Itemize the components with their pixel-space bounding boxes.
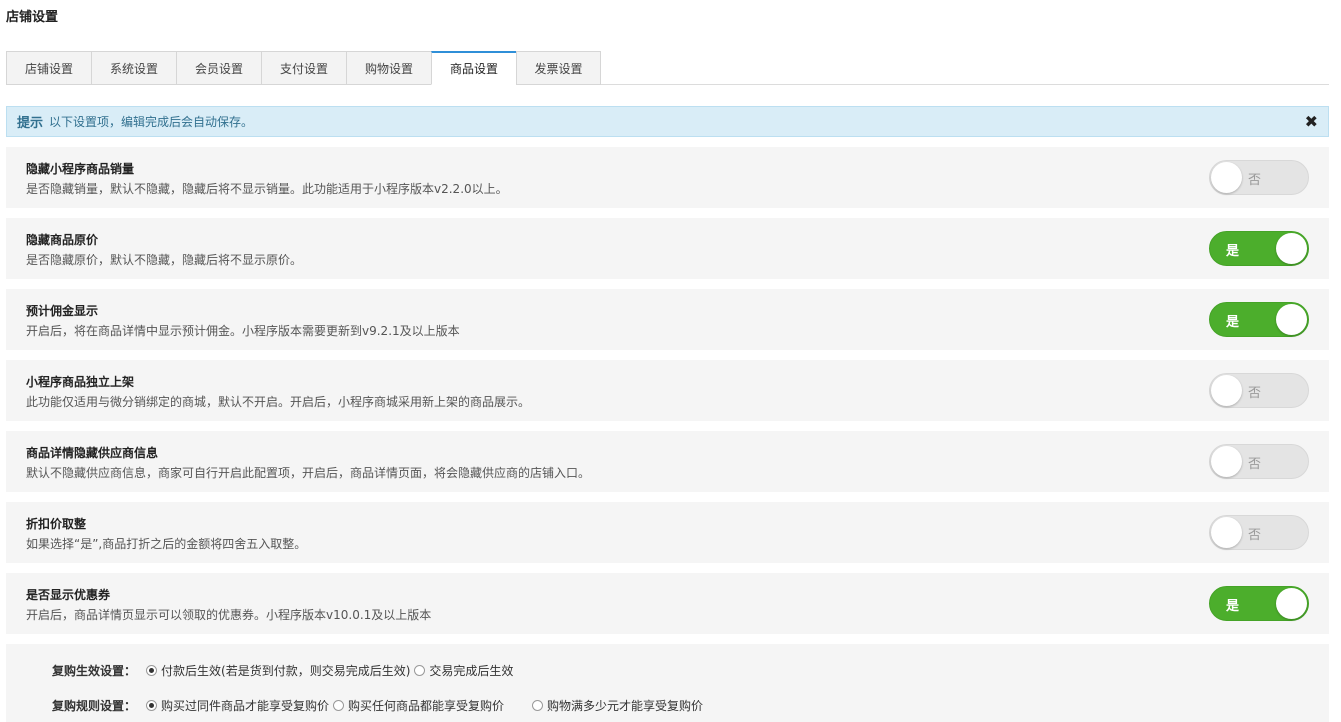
setting-desc: 开启后，将在商品详情中显示预计佣金。小程序版本需要更新到v9.2.1及以上版本 [26, 324, 460, 338]
page-title: 店铺设置 [6, 10, 59, 25]
repurchase-effect-row: 复购生效设置： 付款后生效(若是货到付款，则交易完成后生效) 交易完成后生效 [52, 662, 517, 679]
toggle-knob [1276, 233, 1307, 264]
hide-supplier-toggle[interactable]: 否 [1209, 444, 1309, 479]
tab-member-settings[interactable]: 会员设置 [176, 51, 261, 85]
setting-show-coupons: 是否显示优惠券 开启后，商品详情页显示可以领取的优惠券。小程序版本v10.0.1… [6, 573, 1329, 634]
tab-shopping-settings[interactable]: 购物设置 [346, 51, 431, 85]
toggle-label: 否 [1248, 457, 1262, 472]
setting-title: 隐藏商品原价 [26, 233, 99, 247]
repurchase-settings: 复购生效设置： 付款后生效(若是货到付款，则交易完成后生效) 交易完成后生效 复… [6, 644, 1329, 722]
settings-tabs: 店铺设置 系统设置 会员设置 支付设置 购物设置 商品设置 发票设置 [6, 51, 601, 85]
alert-label: 提示 [17, 116, 44, 131]
toggle-knob [1276, 304, 1307, 335]
radio-label: 购买过同件商品才能享受复购价 [161, 699, 330, 713]
toggle-label: 是 [1226, 315, 1240, 330]
toggle-knob [1211, 375, 1242, 406]
setting-desc: 是否隐藏原价，默认不隐藏，隐藏后将不显示原价。 [26, 253, 303, 267]
radio-unchecked-icon [414, 665, 426, 676]
radio-rule-same-item[interactable]: 购买过同件商品才能享受复购价 [146, 697, 329, 714]
setting-desc: 如果选择“是”,商品打折之后的金额将四舍五入取整。 [26, 537, 307, 551]
info-alert: 提示 以下设置项，编辑完成后会自动保存。 ✖ [6, 106, 1329, 137]
setting-desc: 此功能仅适用与微分销绑定的商城，默认不开启。开启后，小程序商城采用新上架的商品展… [26, 395, 531, 409]
toggle-knob [1211, 162, 1242, 193]
setting-round-discount: 折扣价取整 如果选择“是”,商品打折之后的金额将四舍五入取整。 否 [6, 502, 1329, 563]
radio-label: 付款后生效(若是货到付款，则交易完成后生效) [161, 664, 411, 678]
radio-effect-after-payment[interactable]: 付款后生效(若是货到付款，则交易完成后生效) [146, 662, 410, 679]
toggle-label: 否 [1248, 528, 1262, 543]
alert-text: 以下设置项，编辑完成后会自动保存。 [49, 115, 254, 129]
toggle-label: 是 [1226, 244, 1240, 259]
setting-title: 隐藏小程序商品销量 [26, 162, 135, 176]
tab-store-settings[interactable]: 店铺设置 [6, 51, 91, 85]
toggle-knob [1211, 517, 1242, 548]
toggle-label: 否 [1248, 386, 1262, 401]
setting-hide-supplier: 商品详情隐藏供应商信息 默认不隐藏供应商信息，商家可自行开启此配置项，开启后，商… [6, 431, 1329, 492]
repurchase-rule-row: 复购规则设置： 购买过同件商品才能享受复购价 购买任何商品都能享受复购价 购物满… [52, 697, 707, 714]
independent-listing-toggle[interactable]: 否 [1209, 373, 1309, 408]
hide-sales-toggle[interactable]: 否 [1209, 160, 1309, 195]
setting-title: 商品详情隐藏供应商信息 [26, 446, 159, 460]
radio-checked-icon [146, 700, 158, 711]
setting-desc: 默认不隐藏供应商信息，商家可自行开启此配置项，开启后，商品详情页面，将会隐藏供应… [26, 466, 591, 480]
setting-desc: 开启后，商品详情页显示可以领取的优惠券。小程序版本v10.0.1及以上版本 [26, 608, 432, 622]
setting-desc: 是否隐藏销量，默认不隐藏，隐藏后将不显示销量。此功能适用于小程序版本v2.2.0… [26, 182, 508, 196]
toggle-knob [1211, 446, 1242, 477]
show-coupons-toggle[interactable]: 是 [1209, 586, 1309, 621]
repurchase-rule-label: 复购规则设置： [52, 699, 137, 713]
toggle-knob [1276, 588, 1307, 619]
repurchase-effect-label: 复购生效设置： [52, 664, 137, 678]
radio-unchecked-icon [333, 700, 345, 711]
tab-product-settings[interactable]: 商品设置 [431, 51, 516, 85]
hide-original-price-toggle[interactable]: 是 [1209, 231, 1309, 266]
toggle-label: 否 [1248, 173, 1262, 188]
setting-estimated-commission: 预计佣金显示 开启后，将在商品详情中显示预计佣金。小程序版本需要更新到v9.2.… [6, 289, 1329, 350]
setting-title: 预计佣金显示 [26, 304, 99, 318]
radio-checked-icon [146, 665, 158, 676]
radio-label: 交易完成后生效 [429, 664, 514, 678]
tab-system-settings[interactable]: 系统设置 [91, 51, 176, 85]
radio-rule-min-amount[interactable]: 购物满多少元才能享受复购价 [532, 697, 703, 714]
setting-title: 是否显示优惠券 [26, 588, 111, 602]
tab-invoice-settings[interactable]: 发票设置 [516, 51, 601, 85]
setting-hide-original-price: 隐藏商品原价 是否隐藏原价，默认不隐藏，隐藏后将不显示原价。 是 [6, 218, 1329, 279]
setting-title: 折扣价取整 [26, 517, 87, 531]
setting-hide-sales: 隐藏小程序商品销量 是否隐藏销量，默认不隐藏，隐藏后将不显示销量。此功能适用于小… [6, 147, 1329, 208]
setting-title: 小程序商品独立上架 [26, 375, 135, 389]
radio-rule-any-item[interactable]: 购买任何商品都能享受复购价 [333, 697, 504, 714]
setting-independent-listing: 小程序商品独立上架 此功能仅适用与微分销绑定的商城，默认不开启。开启后，小程序商… [6, 360, 1329, 421]
radio-effect-after-completion[interactable]: 交易完成后生效 [414, 662, 513, 679]
radio-unchecked-icon [532, 700, 544, 711]
toggle-label: 是 [1226, 599, 1240, 614]
close-icon[interactable]: ✖ [1305, 112, 1318, 132]
radio-label: 购买任何商品都能享受复购价 [348, 699, 505, 713]
tab-payment-settings[interactable]: 支付设置 [261, 51, 346, 85]
radio-label: 购物满多少元才能享受复购价 [547, 699, 704, 713]
estimated-commission-toggle[interactable]: 是 [1209, 302, 1309, 337]
round-discount-toggle[interactable]: 否 [1209, 515, 1309, 550]
